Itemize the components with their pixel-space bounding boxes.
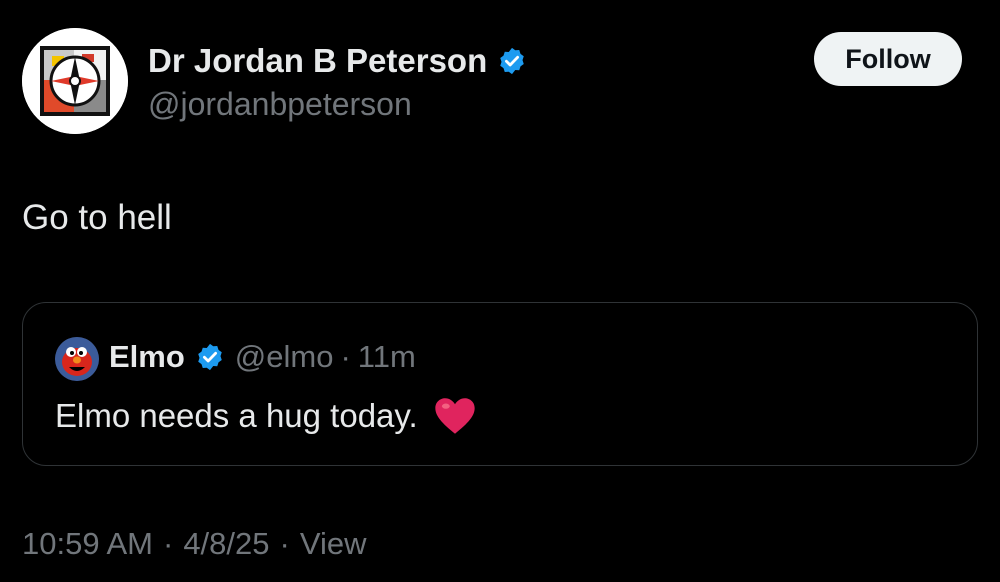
- quoted-tweet-time: 11m: [357, 339, 416, 374]
- elmo-avatar-icon: [55, 337, 99, 381]
- tweet-metadata: 10:59 AM · 4/8/25 · View: [22, 526, 366, 562]
- separator-dot: ·: [340, 339, 351, 374]
- compass-logo-icon: [22, 28, 128, 134]
- tweet-header: Dr Jordan B Peterson @jordanbpeterson Fo…: [22, 28, 962, 138]
- tweet-date[interactable]: 4/8/25: [183, 526, 269, 562]
- author-handle[interactable]: @jordanbpeterson: [148, 86, 412, 123]
- quoted-tweet-header: Elmo @elmo · 11m: [109, 339, 416, 375]
- author-name-row: Dr Jordan B Peterson: [148, 42, 527, 80]
- red-heart-icon: [434, 398, 475, 434]
- views-link[interactable]: View: [300, 526, 367, 562]
- quoted-tweet-card[interactable]: Elmo @elmo · 11m Elmo needs a hug today.: [22, 302, 978, 466]
- verified-badge-icon: [500, 47, 524, 75]
- separator-dot: ·: [162, 526, 174, 561]
- quoted-author-name[interactable]: Elmo: [109, 339, 185, 375]
- separator-dot: ·: [279, 526, 290, 561]
- quoted-author-handle[interactable]: @elmo: [235, 339, 334, 375]
- author-avatar[interactable]: [22, 28, 128, 134]
- quoted-tweet-text-row: Elmo needs a hug today.: [55, 397, 476, 435]
- follow-button[interactable]: Follow: [814, 32, 962, 86]
- quoted-tweet-text: Elmo needs a hug today.: [55, 397, 418, 434]
- elmo-avatar[interactable]: [55, 337, 99, 381]
- verified-badge-icon: [198, 343, 222, 371]
- author-name[interactable]: Dr Jordan B Peterson: [148, 42, 487, 80]
- tweet-time[interactable]: 10:59 AM: [22, 526, 153, 562]
- tweet-text: Go to hell: [22, 198, 172, 237]
